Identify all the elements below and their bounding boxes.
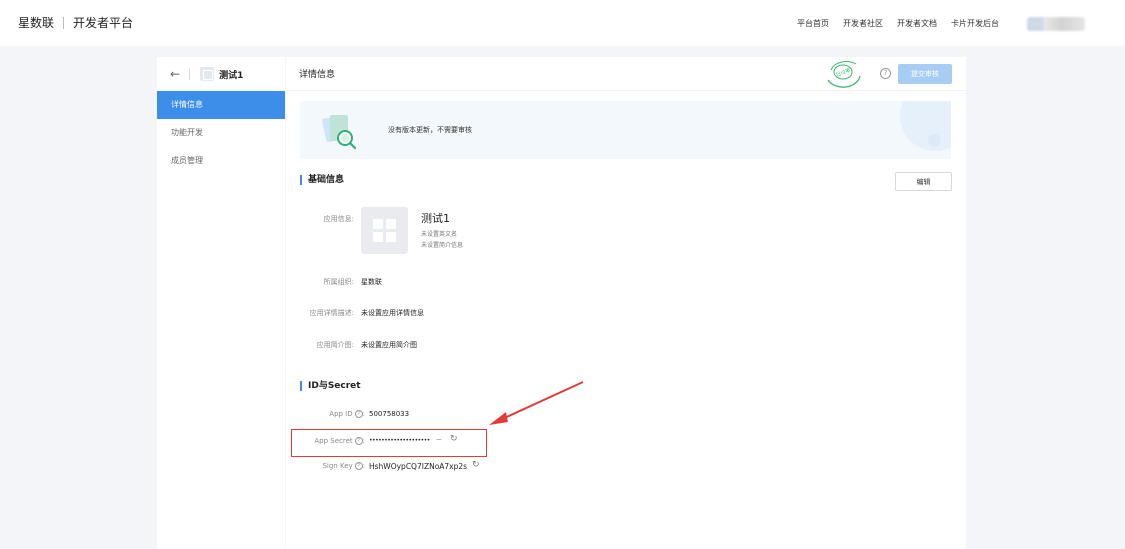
app-thumbnail-icon (200, 67, 215, 81)
banner-decoration-dot (928, 134, 941, 147)
nav-community[interactable]: 开发者社区 (843, 18, 883, 29)
desc-value: 未设置应用详情信息 (361, 309, 424, 317)
brand-name: 星数联 (18, 16, 55, 30)
sign-key-label: Sign Key (322, 462, 353, 470)
approved-stamp-icon: 已过审 (827, 61, 861, 88)
app-english-name: 未设置英文名 (421, 231, 458, 238)
app-id-label-group: App ID?: (306, 410, 365, 418)
org-value: 星数联 (361, 278, 382, 286)
app-icon-tile (386, 219, 396, 229)
top-nav: 平台首页 开发者社区 开发者文档 卡片开发后台 (797, 18, 999, 29)
app-info-label: 应用信息: (323, 215, 354, 223)
org-label: 所属组织: (323, 278, 354, 286)
nav-home[interactable]: 平台首页 (797, 18, 829, 29)
brand-divider (63, 16, 65, 29)
sidebar-divider (189, 68, 191, 80)
refresh-icon[interactable]: ↻ (472, 460, 480, 470)
help-icon[interactable]: ? (880, 68, 891, 79)
nav-docs[interactable]: 开发者文档 (897, 18, 937, 29)
edit-button[interactable]: 编辑 (895, 172, 952, 191)
banner-decoration (900, 101, 951, 151)
app-icon-tile (386, 232, 396, 242)
main-panel: 详情信息 已过审 ? 提交审核 没有版本更新，不需要审核 基础信息 编辑 应用信… (286, 57, 966, 549)
desc-label: 应用详情描述: (309, 309, 354, 317)
app-id-label: App ID (329, 410, 353, 418)
stamp-text: 已过审 (835, 67, 852, 79)
submit-review-button[interactable]: 提交审核 (898, 64, 952, 84)
label-colon: : (362, 410, 365, 418)
page-title: 详情信息 (299, 70, 336, 80)
main-header: 详情信息 已过审 ? 提交审核 (286, 57, 966, 91)
sidebar-item-details[interactable]: 详情信息 (157, 91, 285, 119)
image-label: 应用简介图: (316, 341, 354, 349)
image-value: 未设置应用简介图 (361, 341, 417, 349)
app-id-value: 500758033 (369, 410, 410, 418)
sidebar: ← 测试1 详情信息 功能开发 成员管理 (157, 57, 285, 549)
app-intro: 未设置简介信息 (421, 242, 464, 249)
app-icon-tile (373, 232, 383, 242)
app-icon-tile (373, 219, 383, 229)
secret-highlight-box (291, 429, 487, 457)
brand[interactable]: 星数联 开发者平台 (18, 14, 133, 31)
basic-info-title: 基础信息 (300, 175, 344, 185)
help-icon[interactable]: ? (354, 462, 363, 470)
platform-name: 开发者平台 (73, 16, 134, 30)
label-colon: : (362, 462, 365, 470)
help-icon[interactable]: ? (354, 410, 363, 418)
app-icon (361, 207, 408, 254)
id-secret-title: ID与Secret (300, 381, 361, 391)
document-search-icon (322, 115, 357, 150)
notice-banner: 没有版本更新，不需要审核 (300, 101, 951, 159)
annotation-arrow-icon (489, 381, 584, 425)
sign-key-label-group: Sign Key?: (300, 462, 365, 470)
sidebar-app-name: 测试1 (219, 70, 244, 81)
sidebar-item-features[interactable]: 功能开发 (157, 119, 285, 147)
user-avatar[interactable] (1027, 17, 1085, 31)
sign-key-value: HshWOypCQ7IZNoA7xp2s (369, 462, 468, 471)
top-bar: 星数联 开发者平台 平台首页 开发者社区 开发者文档 卡片开发后台 (0, 0, 1125, 46)
nav-card-console[interactable]: 卡片开发后台 (951, 18, 999, 29)
sidebar-header: ← 测试1 (157, 57, 285, 91)
sidebar-item-members[interactable]: 成员管理 (157, 147, 285, 175)
notice-text: 没有版本更新，不需要审核 (388, 126, 472, 134)
arrow-left-icon[interactable]: ← (170, 67, 180, 81)
app-name: 测试1 (421, 212, 450, 225)
